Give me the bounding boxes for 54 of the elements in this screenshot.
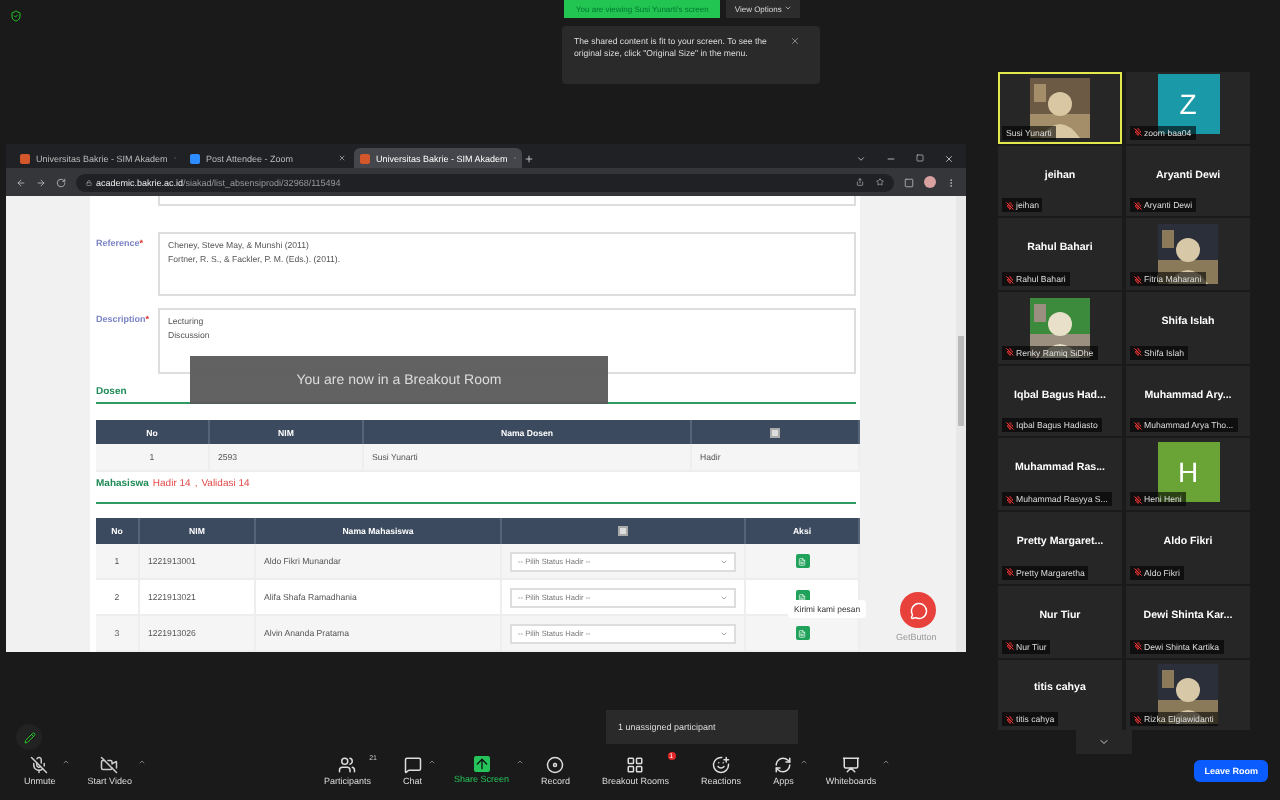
back-icon[interactable] bbox=[16, 177, 26, 187]
muted-mic-icon bbox=[30, 755, 49, 773]
checkbox-icon[interactable] bbox=[770, 427, 780, 438]
people-icon bbox=[338, 755, 357, 773]
save-button[interactable] bbox=[795, 554, 809, 568]
muted-mic-icon bbox=[1134, 568, 1142, 577]
sidebar-icon[interactable] bbox=[904, 177, 914, 187]
zoom-icon bbox=[190, 153, 200, 163]
muted-mic-icon bbox=[1006, 642, 1014, 650]
chat-bubble-icon bbox=[909, 601, 927, 619]
muted-mic-icon bbox=[1006, 275, 1014, 284]
muted-mic-icon bbox=[1134, 642, 1142, 650]
scrollbar-thumb[interactable] bbox=[958, 336, 964, 426]
shield-icon[interactable] bbox=[10, 10, 22, 22]
muted-mic-icon bbox=[1006, 201, 1014, 210]
muted-mic-icon bbox=[1134, 201, 1142, 210]
share-icon[interactable] bbox=[856, 178, 864, 186]
muted-mic-icon bbox=[1006, 348, 1014, 357]
muted-mic-icon bbox=[1134, 715, 1142, 724]
smile-icon bbox=[712, 755, 731, 773]
annotate-button[interactable] bbox=[16, 724, 42, 750]
site-icon bbox=[20, 153, 30, 163]
chevron-down-icon bbox=[1098, 736, 1110, 748]
maximize-icon[interactable] bbox=[916, 154, 924, 162]
record-icon bbox=[546, 755, 565, 773]
muted-mic-icon bbox=[1134, 128, 1142, 137]
document-icon bbox=[798, 629, 806, 637]
whiteboard-icon bbox=[841, 755, 860, 773]
tab-search-icon[interactable] bbox=[856, 154, 866, 164]
document-icon bbox=[798, 593, 806, 601]
muted-mic-icon bbox=[1006, 495, 1014, 504]
lock-icon bbox=[86, 179, 92, 185]
forward-icon[interactable] bbox=[36, 177, 46, 187]
checkbox-icon[interactable] bbox=[618, 526, 628, 536]
muted-mic-icon bbox=[1006, 568, 1014, 577]
muted-mic-icon bbox=[1134, 275, 1142, 284]
muted-mic-icon bbox=[1006, 421, 1014, 430]
star-icon[interactable] bbox=[876, 178, 884, 186]
share-screen-icon bbox=[473, 755, 490, 771]
muted-mic-icon bbox=[1134, 348, 1142, 357]
site-icon bbox=[360, 153, 370, 163]
save-button[interactable] bbox=[795, 626, 809, 640]
muted-mic-icon bbox=[1134, 495, 1142, 504]
avatar-icon[interactable] bbox=[924, 176, 936, 188]
muted-mic-icon bbox=[1134, 421, 1142, 430]
reload-icon[interactable] bbox=[56, 177, 66, 187]
camera-off-icon bbox=[100, 755, 119, 773]
minimize-icon[interactable] bbox=[886, 154, 896, 164]
muted-mic-icon bbox=[1006, 715, 1014, 724]
grid-icon bbox=[626, 755, 645, 773]
pencil-icon bbox=[23, 731, 35, 743]
document-icon bbox=[798, 557, 806, 565]
chat-bubble-icon bbox=[403, 755, 422, 773]
new-tab-icon[interactable] bbox=[524, 154, 534, 164]
